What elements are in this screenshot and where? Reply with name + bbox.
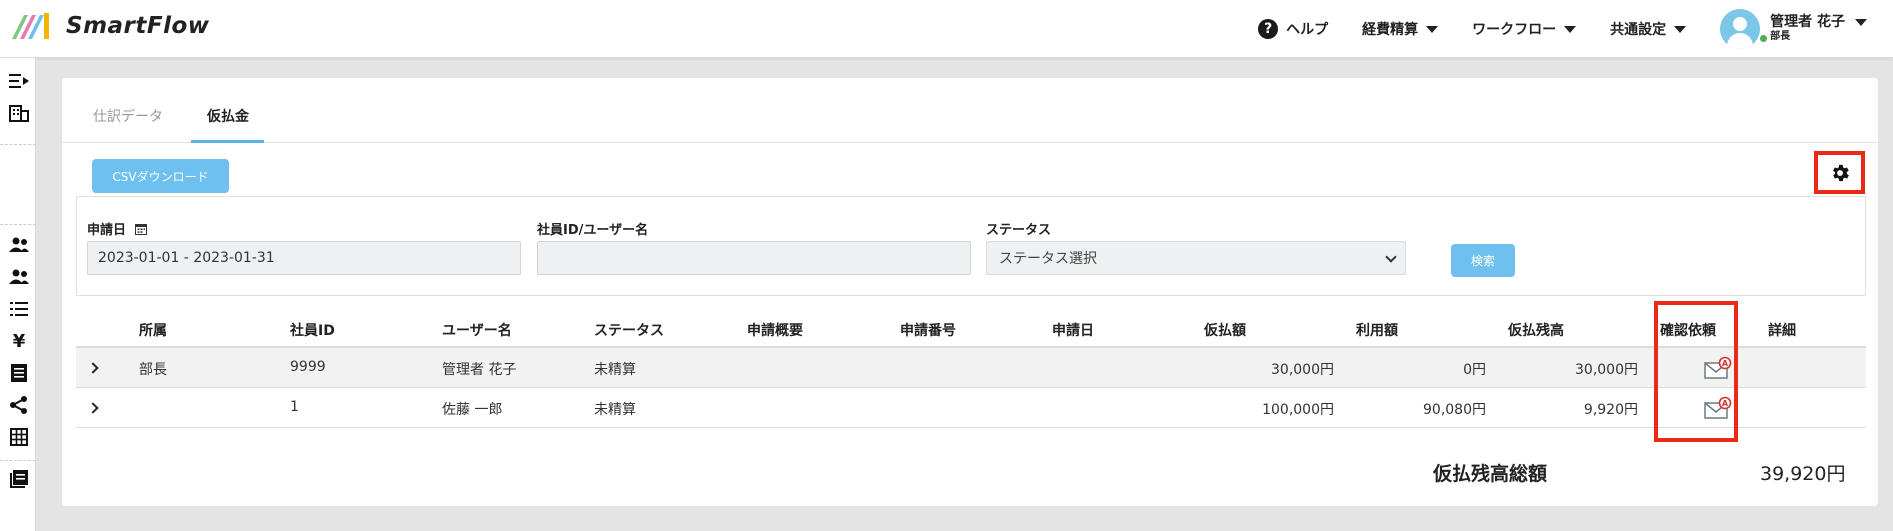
list-icon[interactable]: [8, 298, 30, 320]
col-header: ステータス: [594, 323, 664, 339]
menu-workflow[interactable]: ワークフロー: [1472, 19, 1577, 39]
table-header: 所属 社員ID ユーザー名 ステータス 申請概要 申請番号 申請日 仮払額 利用…: [76, 308, 1866, 348]
tab-journal-data[interactable]: 仕訳データ: [93, 106, 163, 126]
col-header: 詳細: [1768, 323, 1796, 339]
help-icon: ?: [1258, 19, 1279, 39]
chevron-right-icon[interactable]: [86, 360, 102, 376]
top-header: SmartFlow ? ヘルプ 経費精算 ワークフロー 共通設定 管理者 花子 …: [0, 0, 1893, 58]
col-header: ユーザー名: [442, 323, 512, 339]
cell-advance: 100,000円: [1262, 402, 1334, 418]
header-nav: ? ヘルプ 経費精算 ワークフロー 共通設定 管理者 花子 部長: [1258, 0, 1893, 58]
cell-used: 90,080円: [1423, 402, 1486, 418]
status-select[interactable]: ステータス選択: [986, 241, 1406, 275]
table-row[interactable]: 部長 9999 管理者 花子 未精算 30,000円 0円 30,000円 A: [76, 348, 1866, 388]
expand-menu-icon[interactable]: [8, 70, 30, 92]
user-search-input[interactable]: [537, 241, 971, 275]
settings-button[interactable]: [1814, 151, 1865, 194]
caret-down-icon: [1855, 18, 1867, 26]
cell-used: 0円: [1463, 362, 1486, 378]
avatar: [1720, 9, 1761, 49]
cell-id: 1: [290, 399, 299, 415]
filter-panel: 申請日 2023-01-01 - 2023-01-31 社員ID/ユーザー名 ス…: [76, 196, 1866, 296]
tab-advance-payment[interactable]: 仮払金: [207, 106, 249, 126]
total-balance-label: 仮払残高総額: [1433, 463, 1548, 485]
chevron-down-icon: [1385, 251, 1397, 263]
chevron-right-icon[interactable]: [86, 400, 102, 416]
table-row[interactable]: 1 佐藤 一郎 未精算 100,000円 90,080円 9,920円 A: [76, 388, 1866, 428]
confirm-request-highlight: [1654, 301, 1738, 442]
app-logo[interactable]: SmartFlow: [10, 11, 210, 41]
users-icon[interactable]: [8, 234, 30, 256]
col-header: 利用額: [1356, 323, 1398, 339]
search-button[interactable]: 検索: [1451, 244, 1515, 277]
cell-balance: 9,920円: [1583, 402, 1638, 418]
cell-advance: 30,000円: [1271, 362, 1334, 378]
cell-name: 管理者 花子: [442, 362, 517, 378]
col-header: 申請概要: [747, 323, 803, 339]
menu-workflow-label: ワークフロー: [1472, 22, 1557, 38]
cell-status: 未精算: [594, 362, 636, 378]
date-range-input[interactable]: 2023-01-01 - 2023-01-31: [87, 241, 521, 275]
caret-down-icon: [1674, 25, 1687, 33]
csv-download-button[interactable]: CSVダウンロード: [92, 159, 229, 193]
cell-name: 佐藤 一郎: [442, 402, 503, 418]
sidebar: ¥: [0, 58, 36, 531]
help-label: ヘルプ: [1286, 22, 1329, 38]
col-header: 仮払残高: [1508, 323, 1564, 339]
yen-icon[interactable]: ¥: [8, 330, 30, 352]
user-info: 管理者 花子 部長: [1770, 14, 1845, 44]
user-role: 部長: [1770, 31, 1791, 42]
user-name: 管理者 花子: [1770, 14, 1845, 30]
menu-common-settings-label: 共通設定: [1610, 22, 1667, 38]
book-icon[interactable]: [8, 468, 30, 490]
cell-balance: 30,000円: [1575, 362, 1638, 378]
date-filter-label: 申請日: [87, 219, 147, 238]
col-header: 社員ID: [290, 323, 335, 339]
calendar-icon: [134, 224, 147, 235]
tab-bar: 仕訳データ 仮払金: [62, 78, 1878, 143]
menu-expense-label: 経費精算: [1362, 22, 1419, 38]
col-header: 申請日: [1052, 323, 1094, 339]
help-link[interactable]: ? ヘルプ: [1258, 19, 1328, 39]
document-icon[interactable]: [8, 362, 30, 384]
total-balance-value: 39,920円: [1760, 463, 1846, 485]
building-icon[interactable]: [8, 102, 30, 124]
user-group-icon[interactable]: [8, 266, 30, 288]
share-icon[interactable]: [8, 394, 30, 416]
logo-mark-icon: [12, 13, 49, 39]
col-header: 仮払額: [1204, 323, 1246, 339]
menu-expense[interactable]: 経費精算: [1362, 19, 1439, 39]
status-filter-label: ステータス: [986, 223, 1052, 238]
main-card: 仕訳データ 仮払金 CSVダウンロード 申請日 2023-01-01 - 202…: [62, 78, 1878, 506]
col-header: 所属: [139, 323, 167, 339]
app-name: SmartFlow: [66, 13, 210, 39]
online-status-icon: [1758, 33, 1769, 44]
cell-dept: 部長: [139, 362, 167, 378]
gear-icon: [1832, 164, 1849, 181]
status-select-value: ステータス選択: [999, 251, 1097, 267]
table-icon[interactable]: [8, 426, 30, 448]
caret-down-icon: [1564, 25, 1577, 33]
user-filter-label: 社員ID/ユーザー名: [537, 223, 649, 238]
col-header: 申請番号: [900, 323, 956, 339]
menu-common-settings[interactable]: 共通設定: [1610, 19, 1687, 39]
cell-status: 未精算: [594, 402, 636, 418]
cell-id: 9999: [290, 359, 326, 375]
user-menu[interactable]: 管理者 花子 部長: [1720, 9, 1867, 49]
active-tab-indicator: [191, 140, 264, 143]
caret-down-icon: [1426, 25, 1439, 33]
